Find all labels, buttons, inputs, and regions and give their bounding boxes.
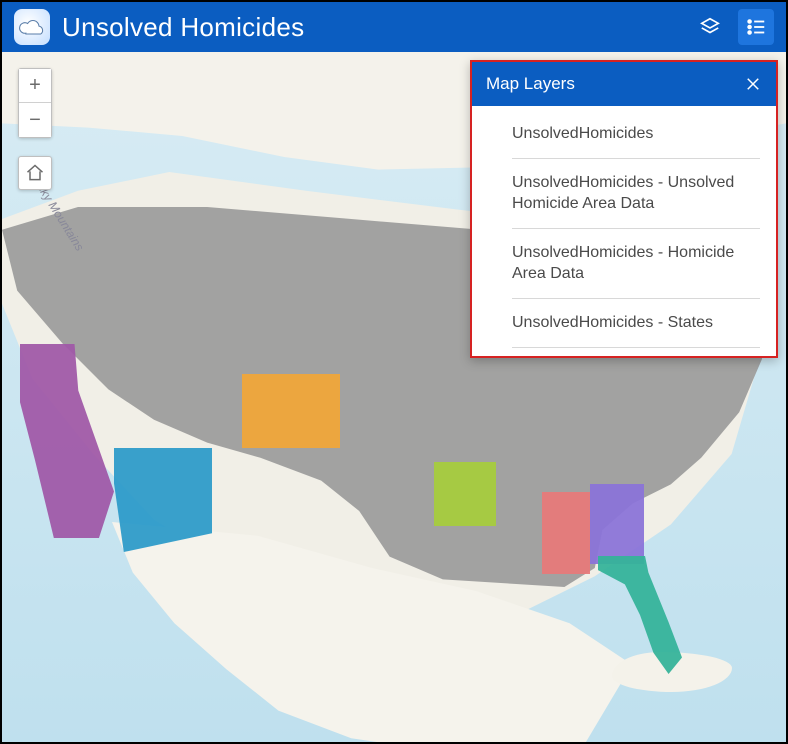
list-icon (745, 16, 767, 38)
state-arkansas[interactable] (434, 462, 496, 526)
app-title: Unsolved Homicides (62, 12, 682, 43)
layer-item[interactable]: UnsolvedHomicides - Homicide Area Data (512, 229, 760, 299)
state-colorado[interactable] (242, 374, 340, 448)
home-extent-button[interactable] (18, 156, 52, 190)
map-layers-list: UnsolvedHomicidesUnsolvedHomicides - Uns… (472, 106, 776, 356)
state-georgia[interactable] (590, 484, 644, 564)
zoom-out-button[interactable]: − (19, 103, 51, 137)
layers-icon (699, 16, 721, 38)
legend-button[interactable] (738, 9, 774, 45)
app-frame: Unsolved Homicides Rocky Mountains (0, 0, 788, 744)
layers-button[interactable] (692, 9, 728, 45)
layer-item[interactable]: UnsolvedHomicides - States (512, 299, 760, 348)
map-layers-panel: Map Layers UnsolvedHomicidesUnsolvedHomi… (470, 60, 778, 358)
app-logo (14, 9, 50, 45)
map-layers-title: Map Layers (486, 74, 744, 94)
state-alabama[interactable] (542, 492, 590, 574)
layer-item[interactable]: UnsolvedHomicides - Unsolved Homicide Ar… (512, 159, 760, 229)
layer-item[interactable]: UnsolvedHomicides (512, 110, 760, 159)
close-icon (744, 75, 762, 93)
cloud-icon (18, 17, 46, 37)
app-header: Unsolved Homicides (2, 2, 786, 52)
home-icon (25, 163, 45, 183)
map-layers-header: Map Layers (472, 62, 776, 106)
map-layers-close-button[interactable] (744, 75, 762, 93)
zoom-control: + − (18, 68, 52, 138)
zoom-in-button[interactable]: + (19, 69, 51, 103)
map-canvas[interactable]: Rocky Mountains + − Map Layers Unsol (2, 52, 786, 742)
